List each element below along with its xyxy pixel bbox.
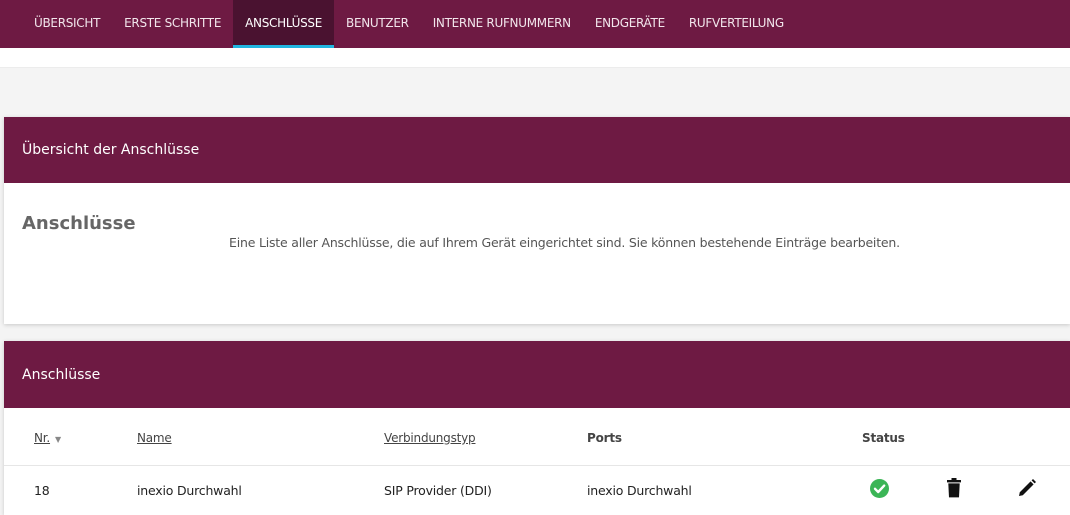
table-header: Nr. ▼ Name Verbindungstyp Ports Status: [4, 408, 1070, 464]
tab-benutzer[interactable]: BENUTZER: [334, 0, 421, 45]
tab-endgeraete[interactable]: ENDGERÄTE: [583, 0, 677, 45]
overview-card: Übersicht der Anschlüsse Anschlüsse Eine…: [4, 117, 1070, 324]
connections-list-header: Anschlüsse: [4, 341, 1070, 408]
column-header-verbindungstyp[interactable]: Verbindungstyp: [384, 431, 476, 445]
tab-interne-rufnummern[interactable]: INTERNE RUFNUMMERN: [421, 0, 583, 45]
column-header-nr[interactable]: Nr. ▼: [34, 431, 61, 445]
top-navigation: ÜBERSICHT ERSTE SCHRITTE ANSCHLÜSSE BENU…: [0, 0, 1070, 48]
tab-rufverteilung[interactable]: RUFVERTEILUNG: [677, 0, 796, 45]
table-row: 18 inexio Durchwahl SIP Provider (DDI) i…: [4, 465, 1070, 515]
column-header-status: Status: [862, 431, 905, 445]
trash-icon[interactable]: [947, 478, 961, 502]
tab-erste-schritte[interactable]: ERSTE SCHRITTE: [112, 0, 233, 45]
cell-ports: inexio Durchwahl: [587, 483, 692, 498]
overview-card-header: Übersicht der Anschlüsse: [4, 117, 1070, 183]
section-description: Eine Liste aller Anschlüsse, die auf Ihr…: [229, 235, 900, 250]
cell-nr: 18: [34, 483, 50, 498]
cell-verbindungstyp: SIP Provider (DDI): [384, 483, 492, 498]
tab-uebersicht[interactable]: ÜBERSICHT: [22, 0, 112, 45]
sort-down-icon: ▼: [55, 435, 61, 444]
connections-list-card: Anschlüsse Nr. ▼ Name Verbindungstyp Port…: [4, 341, 1070, 515]
column-header-nr-label: Nr.: [34, 431, 51, 445]
tab-anschluesse[interactable]: ANSCHLÜSSE: [233, 0, 335, 48]
pencil-icon[interactable]: [1017, 478, 1037, 502]
section-title: Anschlüsse: [22, 213, 136, 234]
column-header-name[interactable]: Name: [137, 431, 172, 445]
subnav-band: [0, 48, 1070, 68]
check-circle-icon: [870, 479, 889, 498]
overview-card-title: Übersicht der Anschlüsse: [22, 142, 200, 158]
connections-list-title: Anschlüsse: [22, 366, 101, 383]
cell-name: inexio Durchwahl: [137, 483, 242, 498]
column-header-ports: Ports: [587, 431, 622, 445]
